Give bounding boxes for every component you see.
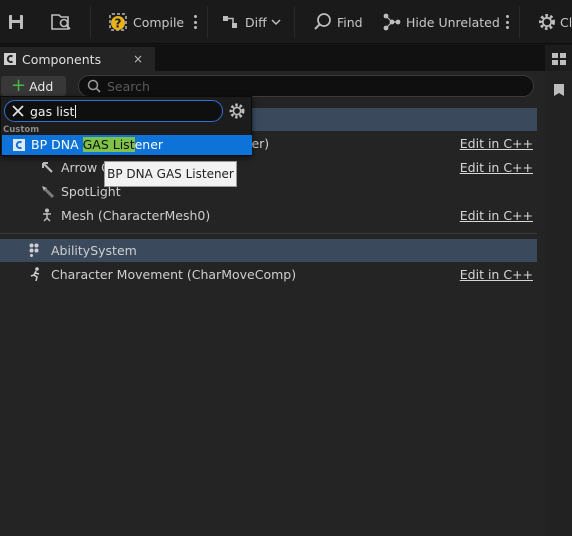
row-label: AbilitySystem xyxy=(51,243,137,258)
compile-label: Compile xyxy=(133,14,185,30)
panel-tab-bar: Components × xyxy=(0,45,545,71)
toolbar-divider xyxy=(294,6,295,38)
add-component-button[interactable]: + Add xyxy=(1,76,66,96)
grid-icon[interactable] xyxy=(552,53,566,65)
main-toolbar: ? Compile Diff Find Hide Unrelated Cl xyxy=(0,0,572,44)
bookmark-icon[interactable] xyxy=(553,83,565,97)
row-label: Mesh (CharacterMesh0) xyxy=(61,208,211,223)
component-row-mesh[interactable]: Mesh (CharacterMesh0) Edit in C++ xyxy=(0,204,537,227)
gear-icon[interactable] xyxy=(228,102,246,120)
tab-label: Components xyxy=(22,51,102,67)
hide-unrelated-button[interactable]: Hide Unrelated xyxy=(382,0,500,44)
popup-search-value: gas list xyxy=(30,104,77,119)
find-label: Find xyxy=(337,14,363,30)
component-row-spotlight[interactable]: SpotLight xyxy=(0,180,537,203)
character-movement-icon xyxy=(30,267,40,281)
clear-search-icon[interactable] xyxy=(12,105,24,117)
add-component-popup: gas list Custom BP DNA GAS Listener xyxy=(0,96,252,156)
hide-unrelated-options-kebab[interactable] xyxy=(505,12,509,32)
side-panel-body xyxy=(545,71,572,536)
components-search-input[interactable]: Search xyxy=(78,75,534,97)
close-icon[interactable]: × xyxy=(133,52,143,66)
spotlight-icon xyxy=(42,186,54,198)
edit-in-cpp-link[interactable]: Edit in C++ xyxy=(460,208,533,223)
browse-button[interactable] xyxy=(50,0,72,44)
search-icon xyxy=(87,79,101,93)
toolbar-divider xyxy=(207,6,208,38)
blueprint-class-icon xyxy=(13,139,25,151)
arrow-component-icon xyxy=(42,162,53,173)
side-panel-strip xyxy=(545,45,572,536)
save-icon xyxy=(9,15,23,29)
compile-options-kebab[interactable] xyxy=(193,12,197,32)
toolbar-divider xyxy=(519,6,520,38)
chevron-down-icon xyxy=(271,19,281,26)
component-row-character-movement[interactable]: Character Movement (CharMoveComp) Edit i… xyxy=(0,263,537,286)
search-match-highlight: GAS List xyxy=(82,137,135,152)
compile-icon: ? xyxy=(109,13,127,31)
components-icon xyxy=(4,53,16,65)
add-label: Add xyxy=(29,78,54,94)
save-button[interactable] xyxy=(7,0,25,44)
svg-text:?: ? xyxy=(115,17,122,31)
popup-result-label: BP DNA GAS Listener xyxy=(31,137,164,152)
component-list-divider xyxy=(0,233,537,234)
diff-icon xyxy=(223,16,237,28)
actor-component-icon xyxy=(29,243,39,257)
component-row-abilitysystem[interactable]: AbilitySystem xyxy=(0,239,537,262)
hide-unrelated-label: Hide Unrelated xyxy=(406,14,500,30)
edit-in-cpp-link[interactable]: Edit in C++ xyxy=(460,136,533,151)
popup-result-item[interactable]: BP DNA GAS Listener xyxy=(2,135,252,155)
plus-icon: + xyxy=(11,75,27,96)
tooltip: BP DNA GAS Listener xyxy=(104,161,237,187)
popup-search-input[interactable]: gas list xyxy=(4,100,223,122)
edit-in-cpp-link[interactable]: Edit in C++ xyxy=(460,267,533,282)
component-row-arrow[interactable]: Arrow C Edit in C++ xyxy=(0,156,537,179)
popup-category-label: Custom xyxy=(3,125,40,135)
browse-icon xyxy=(51,14,71,30)
class-settings-label: Cl xyxy=(560,14,572,30)
row-label: Arrow C xyxy=(61,160,110,175)
diff-button[interactable]: Diff xyxy=(221,0,281,44)
hide-unrelated-icon xyxy=(383,13,401,31)
blueprint-editor: ? Compile Diff Find Hide Unrelated Cl Co… xyxy=(0,0,572,536)
find-button[interactable]: Find xyxy=(313,0,363,44)
class-settings-button[interactable]: Cl xyxy=(537,0,572,44)
diff-label: Diff xyxy=(245,14,267,30)
gear-icon xyxy=(539,14,555,30)
skeletal-mesh-icon xyxy=(43,208,51,222)
compile-button[interactable]: ? Compile xyxy=(108,0,184,44)
search-icon xyxy=(314,13,331,30)
row-label: Character Movement (CharMoveComp) xyxy=(51,267,297,282)
toolbar-divider xyxy=(90,6,91,38)
edit-in-cpp-link[interactable]: Edit in C++ xyxy=(460,160,533,175)
search-placeholder: Search xyxy=(107,79,150,94)
tab-components[interactable]: Components × xyxy=(0,47,155,71)
